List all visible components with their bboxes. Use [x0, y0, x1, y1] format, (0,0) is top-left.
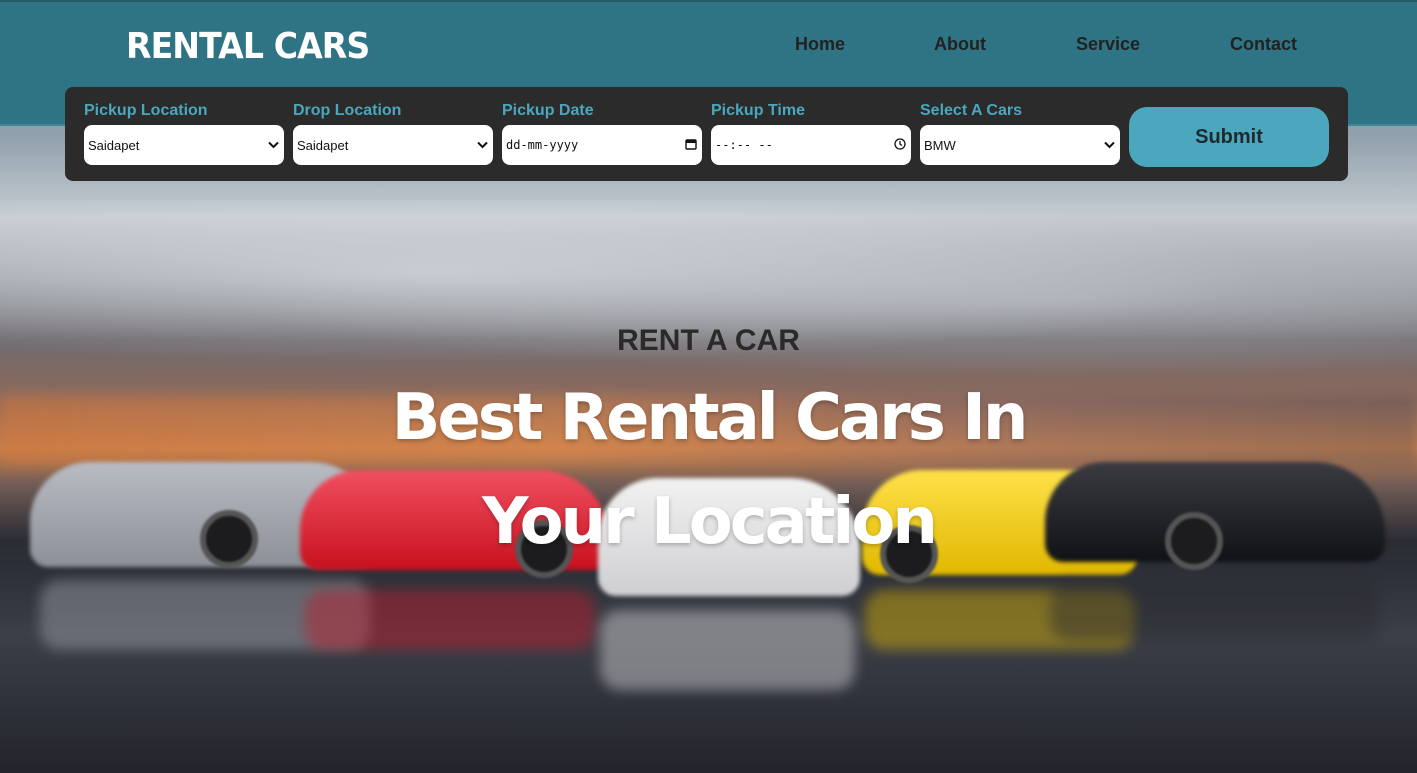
chevron-down-icon: [268, 138, 279, 152]
pickup-time-field: Pickup Time --:-- --: [711, 101, 911, 165]
drop-location-field: Drop Location Saidapet: [293, 101, 493, 165]
black-car-wheel: [1165, 512, 1223, 570]
chevron-down-icon: [477, 138, 488, 152]
pickup-location-label: Pickup Location: [84, 102, 208, 119]
nav-home[interactable]: Home: [795, 34, 845, 55]
hero-headline: Best Rental Cars In Your Location: [391, 381, 1029, 559]
pickup-time-input[interactable]: --:-- --: [711, 125, 911, 165]
red-car-reflection: [305, 590, 595, 650]
select-car-field: Select A Cars BMW: [920, 101, 1120, 165]
silver-car-wheel: [200, 510, 258, 568]
select-car-select[interactable]: BMW: [920, 125, 1120, 165]
chevron-down-icon: [1104, 138, 1115, 152]
white-car-reflection: [600, 610, 855, 690]
pickup-date-field: Pickup Date dd-mm-yyyy: [502, 101, 702, 165]
submit-button[interactable]: Submit: [1129, 107, 1329, 167]
pickup-time-label: Pickup Time: [711, 102, 805, 119]
nav-contact[interactable]: Contact: [1230, 34, 1297, 55]
drop-location-label: Drop Location: [293, 102, 402, 119]
black-car-reflection: [1050, 580, 1380, 640]
nav-service[interactable]: Service: [1076, 34, 1140, 55]
calendar-icon[interactable]: [685, 138, 697, 153]
main-nav: Home About Service Contact: [0, 34, 1417, 58]
pickup-date-value: dd-mm-yyyy: [506, 138, 579, 152]
drop-location-value: Saidapet: [297, 137, 349, 153]
select-car-value: BMW: [924, 137, 956, 153]
select-car-label: Select A Cars: [920, 102, 1022, 119]
clock-icon[interactable]: [894, 137, 906, 153]
pickup-location-select[interactable]: Saidapet: [84, 125, 284, 165]
pickup-date-label: Pickup Date: [502, 102, 594, 119]
booking-form: Pickup Location Saidapet Drop Location S…: [65, 87, 1348, 181]
pickup-time-value: --:-- --: [715, 138, 773, 152]
drop-location-select[interactable]: Saidapet: [293, 125, 493, 165]
pickup-location-value: Saidapet: [88, 137, 140, 153]
nav-about[interactable]: About: [934, 34, 986, 55]
pickup-date-input[interactable]: dd-mm-yyyy: [502, 125, 702, 165]
hero-eyebrow: RENT A CAR: [617, 324, 800, 357]
pickup-location-field: Pickup Location Saidapet: [84, 101, 284, 165]
